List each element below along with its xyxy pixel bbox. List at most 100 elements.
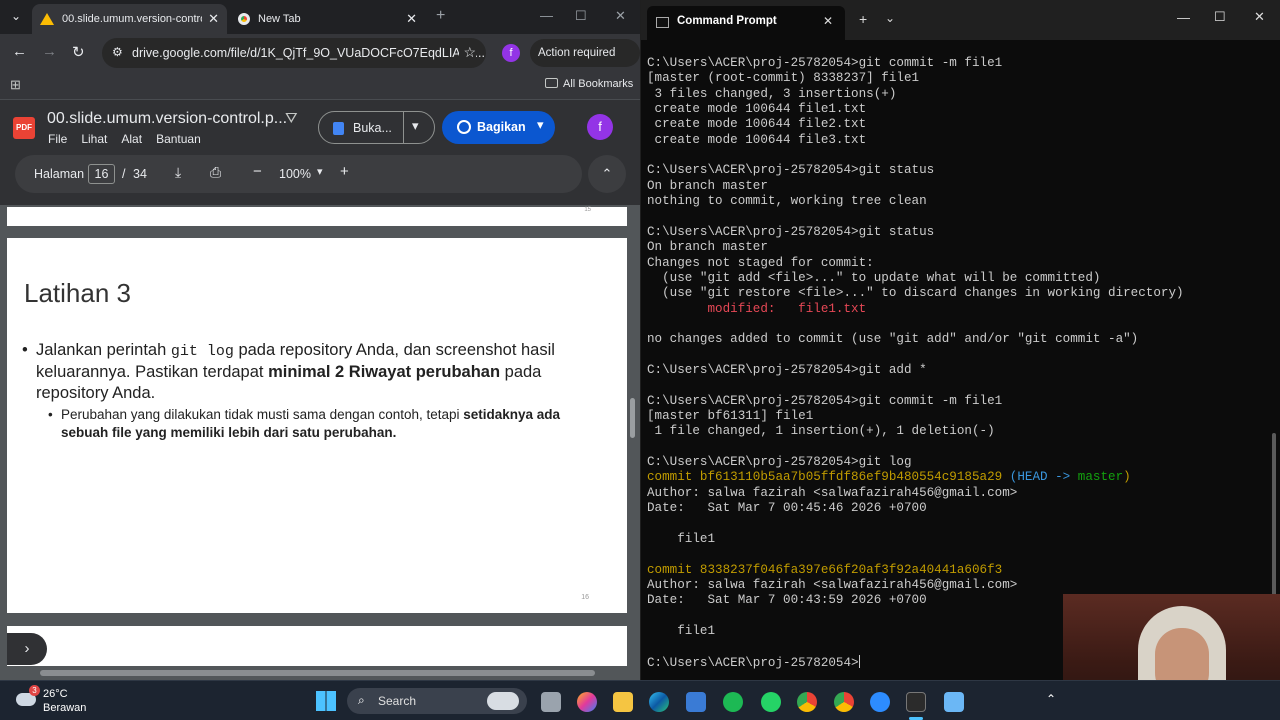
terminal-line: C:\Users\ACER\proj-25782054>git status: [647, 225, 934, 240]
maximize-icon[interactable]: ☐: [1214, 9, 1226, 25]
zoom-icon[interactable]: [870, 692, 890, 712]
minimize-icon[interactable]: —: [540, 8, 553, 23]
zoom-out-icon[interactable]: −: [253, 163, 262, 180]
terminal-text-segment: 3 files changed, 3 insertions(+): [647, 86, 897, 101]
all-bookmarks-button[interactable]: All Bookmarks: [545, 78, 633, 90]
terminal-icon[interactable]: [906, 692, 926, 712]
open-with-button[interactable]: Buka... ▾: [318, 111, 435, 144]
terminal-text-segment: file1: [647, 623, 716, 638]
tray-chevron-icon[interactable]: ⌃: [1046, 692, 1056, 706]
search-icon: ⌕: [358, 693, 365, 707]
forward-icon[interactable]: →: [42, 43, 57, 60]
copilot-icon[interactable]: [577, 692, 597, 712]
terminal-text-segment: (HEAD ->: [1009, 470, 1078, 485]
terminal-line: C:\Users\ACER\proj-25782054>git commit -…: [647, 394, 1002, 409]
account-avatar[interactable]: f: [587, 114, 613, 140]
cmd-icon: [656, 17, 669, 28]
new-tab-button[interactable]: +: [859, 11, 867, 27]
menu-lihat[interactable]: Lihat: [81, 132, 107, 146]
terminal-line: file1: [647, 532, 715, 547]
share-button[interactable]: Bagikan ▾: [442, 111, 555, 144]
zoom-dropdown-icon[interactable]: ▾: [317, 165, 323, 178]
menu-alat[interactable]: Alat: [121, 132, 142, 146]
terminal-text-segment: Date: Sat Mar 7 00:45:46 2026 +0700: [647, 501, 927, 516]
address-bar[interactable]: ⚙ drive.google.com/file/d/1K_QjTf_9O_VUa…: [102, 38, 486, 68]
chevron-down-icon[interactable]: ▾: [537, 117, 544, 133]
expand-panel-button[interactable]: ›: [7, 633, 47, 665]
chrome-profile-icon[interactable]: [834, 692, 854, 712]
slide-sub-bullet: • Perubahan yang dilakukan tidak musti s…: [48, 406, 593, 442]
search-label: Search: [378, 694, 417, 708]
horizontal-scrollbar[interactable]: [40, 670, 595, 676]
browser-toolbar: ← → ↻ ⚙ drive.google.com/file/d/1K_QjTf_…: [0, 34, 640, 87]
terminal-text-segment: ): [1123, 470, 1131, 485]
dropdown-icon[interactable]: ⌄: [885, 11, 895, 25]
menu-file[interactable]: File: [48, 132, 67, 146]
terminal-text-segment: On branch master: [647, 240, 768, 255]
download-icon[interactable]: ⤓: [175, 164, 181, 181]
slide-title: Latihan 3: [24, 278, 131, 308]
terminal-line: create mode 100644 file2.txt: [647, 117, 867, 132]
taskbar-search[interactable]: ⌕ Search: [347, 688, 527, 714]
chrome-icon[interactable]: [797, 692, 817, 712]
file-explorer-icon[interactable]: [613, 692, 633, 712]
zoom-level[interactable]: 100%: [279, 167, 311, 181]
terminal-text-segment: C:\Users\ACER\proj-25782054>git commit -…: [647, 56, 1003, 70]
sub-bullet-text: Perubahan yang dilakukan tidak musti sam…: [61, 407, 464, 422]
reload-icon[interactable]: ↻: [72, 43, 85, 61]
new-tab-button[interactable]: +: [436, 7, 445, 25]
weather-widget[interactable]: 3 26°C Berawan: [14, 685, 104, 715]
close-tab-icon[interactable]: ✕: [406, 11, 417, 27]
terminal-line: C:\Users\ACER\proj-25782054>git add *: [647, 363, 927, 378]
drive-header: PDF 00.slide.umum.version-control.p... ⛛…: [0, 100, 640, 155]
whatsapp-icon[interactable]: [761, 692, 781, 712]
add-shortcut-icon[interactable]: ⛛: [285, 110, 298, 127]
bullet-code: git log: [170, 343, 234, 360]
apps-icon[interactable]: ⊞: [10, 77, 21, 93]
terminal-text-segment: C:\Users\ACER\proj-25782054>git log: [647, 455, 912, 470]
pdf-viewer[interactable]: 15 Latihan 3 • Jalankan perintah git log…: [0, 205, 640, 680]
tab-active[interactable]: 00.slide.umum.version-control.p ✕: [32, 4, 227, 34]
terminal-text-segment: master: [1077, 470, 1124, 485]
url-text: drive.google.com/file/d/1K_QjTf_9O_VUaDO…: [132, 46, 485, 60]
profile-avatar[interactable]: f: [502, 44, 520, 62]
notepad-icon[interactable]: [944, 692, 964, 712]
terminal-text-segment: Date: Sat Mar 7 00:43:59 2026 +0700: [647, 593, 927, 608]
terminal-text-segment: C:\Users\ACER\proj-25782054>git add *: [647, 363, 927, 377]
spotify-icon[interactable]: [723, 692, 743, 712]
slide-bullet-1: • Jalankan perintah git log pada reposit…: [22, 340, 597, 404]
menu-bantuan[interactable]: Bantuan: [156, 132, 201, 146]
back-icon[interactable]: ←: [12, 43, 27, 60]
terminal-line: Author: salwa fazirah <salwafazirah456@g…: [647, 486, 1017, 501]
action-required-label: Action required: [538, 47, 616, 59]
collapse-toolbar-button[interactable]: ⌃: [588, 155, 626, 193]
page-number-input[interactable]: 16: [88, 164, 115, 184]
bookmark-star-icon[interactable]: ☆: [459, 44, 476, 61]
terminal-line: Date: Sat Mar 7 00:45:46 2026 +0700: [647, 501, 927, 516]
close-tab-icon[interactable]: ✕: [823, 14, 833, 28]
minimize-icon[interactable]: —: [1177, 10, 1190, 25]
zoom-in-icon[interactable]: +: [340, 163, 349, 180]
close-tab-icon[interactable]: ✕: [208, 11, 219, 27]
task-view-icon[interactable]: [541, 692, 561, 712]
tab-new-tab[interactable]: New Tab ✕: [230, 4, 425, 34]
action-required-button[interactable]: Action required ⋮: [530, 39, 640, 87]
tab-search-icon[interactable]: ⌄: [11, 9, 21, 23]
windows-start-icon[interactable]: [316, 691, 336, 711]
page-separator: /: [122, 167, 126, 181]
terminal-tab[interactable]: Command Prompt ✕: [647, 6, 845, 40]
terminal-text-segment: create mode 100644 file1.txt: [647, 102, 867, 117]
close-window-icon[interactable]: ✕: [615, 8, 626, 24]
pdf-controls: Halaman 16 / 34 ⤓ ⎙ − 100% ▾ +: [15, 155, 582, 193]
terminal-text-segment: (use "git add <file>..." to update what …: [647, 270, 1101, 285]
maximize-icon[interactable]: ☐: [575, 8, 587, 24]
terminal-line: 1 file changed, 1 insertion(+), 1 deleti…: [647, 424, 995, 439]
site-info-icon[interactable]: ⚙: [112, 45, 123, 59]
chevron-down-icon[interactable]: ▾: [412, 118, 419, 134]
pdf-toolbar: Halaman 16 / 34 ⤓ ⎙ − 100% ▾ + ⌃: [0, 155, 640, 205]
close-window-icon[interactable]: ✕: [1254, 9, 1265, 25]
edge-icon[interactable]: [649, 692, 669, 712]
print-icon[interactable]: ⎙: [210, 164, 221, 181]
store-icon[interactable]: [686, 692, 706, 712]
vertical-scrollbar[interactable]: [630, 398, 635, 438]
